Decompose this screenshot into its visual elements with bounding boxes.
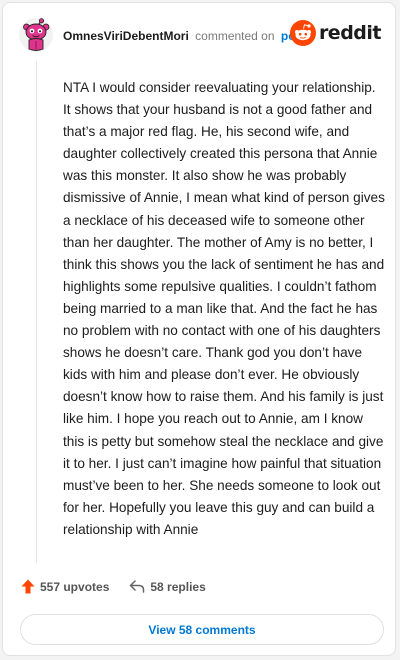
- reddit-logo[interactable]: reddit: [289, 20, 382, 46]
- username-link[interactable]: OmnesViriDebentMori: [63, 29, 189, 43]
- upvote-button[interactable]: 557 upvotes: [21, 579, 109, 594]
- comment-body: NTA I would consider reevaluating your r…: [63, 80, 385, 537]
- upvote-arrow-icon: [21, 579, 35, 594]
- reply-count: 58 replies: [150, 579, 206, 594]
- replies-button[interactable]: 58 replies: [129, 579, 206, 594]
- reddit-logo-icon: [289, 20, 316, 46]
- comment-card: OmnesViriDebentMori commented on post re…: [2, 2, 396, 656]
- commented-on-text: commented on: [195, 29, 275, 43]
- reddit-wordmark: reddit: [318, 22, 382, 44]
- upvote-count: 557 upvotes: [40, 579, 110, 594]
- comment-actions: 557 upvotes 58 replies: [21, 579, 206, 594]
- snoo-avatar-icon: [19, 18, 53, 52]
- reply-arrow-icon: [130, 580, 145, 593]
- thread-line[interactable]: [36, 61, 37, 563]
- view-comments-button[interactable]: View 58 comments: [20, 614, 384, 645]
- avatar[interactable]: [19, 18, 53, 52]
- comment-header: OmnesViriDebentMori commented on post: [63, 29, 306, 43]
